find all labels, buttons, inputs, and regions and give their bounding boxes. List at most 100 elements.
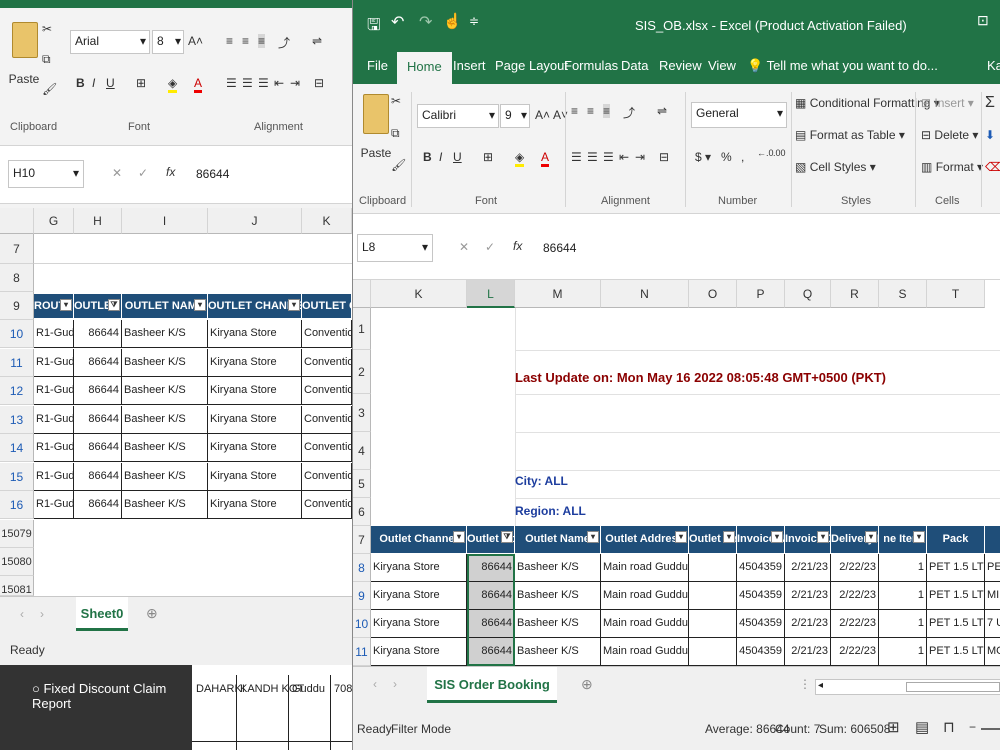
align-top-icon[interactable]: ≡ xyxy=(571,104,578,118)
merge-icon[interactable]: ⊟ xyxy=(314,76,324,90)
col-header-m[interactable]: M xyxy=(515,280,601,308)
table-cell-pack[interactable]: PET 1.5 LTR xyxy=(927,610,985,638)
table-cell-empty[interactable] xyxy=(689,638,737,666)
table-cell-code[interactable]: 86644 xyxy=(74,405,122,434)
table-cell-name[interactable]: Basheer K/S xyxy=(515,554,601,582)
table-cell-cat[interactable]: Conventional xyxy=(302,320,352,348)
increase-font-icon[interactable]: A˄ xyxy=(188,34,203,48)
table-cell-channel[interactable]: Kiryana Store xyxy=(208,434,302,462)
col-header-p[interactable]: P xyxy=(737,280,785,308)
insert-cells-button[interactable]: ⊞ Insert ▾ xyxy=(921,96,974,110)
fill-color-icon[interactable]: ◈ xyxy=(515,150,525,167)
table-cell-name[interactable]: Basheer K/S xyxy=(122,434,208,462)
align-top-icon[interactable]: ≡ xyxy=(226,34,233,48)
table-header-6[interactable]: Invoice D ▾ xyxy=(785,526,831,553)
enter-icon[interactable]: ✓ xyxy=(138,166,148,180)
align-middle-icon[interactable]: ≡ xyxy=(242,34,249,48)
decrease-indent-icon[interactable]: ⇤ xyxy=(619,150,629,164)
align-center-icon[interactable]: ☰ xyxy=(242,76,253,90)
fill-color-icon[interactable]: ◈ xyxy=(168,76,178,93)
table-cell-channel[interactable]: Kiryana Store xyxy=(208,491,302,519)
paste-button[interactable]: Paste xyxy=(359,146,393,160)
table-cell-del_date[interactable]: 2/22/23 xyxy=(831,610,879,638)
table-header-5[interactable]: Invoice N ▾ xyxy=(737,526,785,553)
table-cell-route[interactable]: R1-Guddu xyxy=(34,434,74,462)
filter-active-icon[interactable]: ⧩ xyxy=(501,531,513,543)
table-cell-pack[interactable]: PET 1.5 LTR xyxy=(927,554,985,582)
table-cell-inv_date[interactable]: 2/21/23 xyxy=(785,554,831,582)
horizontal-scrollbar[interactable]: ◂ xyxy=(815,679,1000,695)
table-cell-cat[interactable]: Conventional xyxy=(302,491,352,519)
conditional-formatting-button[interactable]: ▦ Conditional Formatting ▾ xyxy=(795,96,940,110)
increase-decimal-icon[interactable]: ←.0 xyxy=(757,148,774,158)
number-format-dropdown[interactable]: General ▾ xyxy=(691,102,787,128)
table-cell-channel[interactable]: Kiryana Store xyxy=(371,610,467,638)
table-cell-invoice[interactable]: 4504359 xyxy=(737,610,785,638)
tab-split-icon[interactable]: ⋮ xyxy=(799,677,811,691)
row-header[interactable]: 11 xyxy=(0,348,34,377)
header-outlet-channel[interactable]: OUTLET CHANNEL ▾ xyxy=(208,294,302,318)
row-header[interactable]: 10 xyxy=(353,610,371,638)
touch-mode-icon[interactable]: ☝ xyxy=(443,12,462,30)
normal-view-icon[interactable]: ⊞ xyxy=(887,718,900,736)
menu-file[interactable]: File xyxy=(367,58,388,73)
col-header-j[interactable]: J xyxy=(208,208,302,234)
table-cell-empty[interactable] xyxy=(689,582,737,610)
filter-dropdown-icon[interactable]: ▾ xyxy=(817,531,829,543)
table-header-4[interactable]: Outlet Se ▾ xyxy=(689,526,737,553)
filter-active-icon[interactable]: ⧩ xyxy=(108,299,120,311)
filter-dropdown-icon[interactable]: ▾ xyxy=(771,531,783,543)
table-header-extra[interactable] xyxy=(985,526,1000,553)
select-all-corner[interactable] xyxy=(353,280,371,308)
back-name-box[interactable]: H10 ▾ xyxy=(8,160,84,188)
table-cell-addr[interactable]: Main road Guddu xyxy=(601,554,689,582)
page-break-view-icon[interactable]: ⊓ xyxy=(943,718,955,736)
align-right-icon[interactable]: ☰ xyxy=(603,150,614,164)
merge-icon[interactable]: ⊟ xyxy=(659,150,669,164)
col-header-l[interactable]: L xyxy=(467,280,515,308)
save-icon[interactable]: 🖫 xyxy=(367,14,381,41)
bold-button[interactable]: B xyxy=(423,150,432,164)
row-header[interactable]: 12 xyxy=(0,377,34,405)
table-cell-product[interactable]: 7 UP xyxy=(985,610,1000,638)
table-cell-route[interactable]: R1-Guddu xyxy=(34,491,74,519)
format-cells-button[interactable]: ▥ Format ▾ xyxy=(921,160,983,174)
orientation-icon[interactable]: ⤴ xyxy=(623,104,635,121)
table-cell-name[interactable]: Basheer K/S xyxy=(515,638,601,666)
col-header-o[interactable]: O xyxy=(689,280,737,308)
front-name-box[interactable]: L8 ▾ xyxy=(357,234,433,262)
col-header-g[interactable]: G xyxy=(34,208,74,234)
table-cell-route[interactable]: R1-Guddu xyxy=(34,320,74,348)
row-header[interactable]: 3 xyxy=(353,394,371,432)
page-layout-view-icon[interactable]: ▤ xyxy=(915,718,929,736)
row-header[interactable]: 14 xyxy=(0,434,34,462)
table-cell-cat[interactable]: Conventional xyxy=(302,377,352,405)
table-cell-cat[interactable]: Conventional xyxy=(302,405,352,434)
copy-icon[interactable]: ⧉ xyxy=(391,126,400,141)
decrease-indent-icon[interactable]: ⇤ xyxy=(274,76,284,90)
row-header[interactable]: 1 xyxy=(353,308,371,350)
table-cell-name[interactable]: Basheer K/S xyxy=(122,377,208,405)
table-cell-code[interactable]: 86644 xyxy=(74,462,122,491)
col-header-q[interactable]: Q xyxy=(785,280,831,308)
font-size-dropdown[interactable]: 9 ▾ xyxy=(500,104,530,128)
col-header-k[interactable]: K xyxy=(302,208,352,234)
currency-icon[interactable]: $ ▾ xyxy=(695,150,711,164)
undo-icon[interactable]: ↶ xyxy=(391,12,404,32)
row-header[interactable]: 9 xyxy=(0,292,34,320)
table-cell-item[interactable]: 1 xyxy=(879,582,927,610)
increase-indent-icon[interactable]: ⇥ xyxy=(635,150,645,164)
clear-icon[interactable]: ⌫ xyxy=(985,160,1000,174)
font-name-dropdown[interactable]: Calibri ▾ xyxy=(417,104,499,128)
ribbon-display-icon[interactable]: ⊡ xyxy=(977,12,989,29)
table-cell-empty[interactable] xyxy=(689,610,737,638)
table-cell-invoice[interactable]: 4504359 xyxy=(737,638,785,666)
row-header[interactable]: 11 xyxy=(353,638,371,666)
italic-button[interactable]: I xyxy=(92,76,95,90)
table-cell-name[interactable]: Basheer K/S xyxy=(122,491,208,519)
table-cell-route[interactable]: R1-Guddu xyxy=(34,405,74,434)
menu-formulas[interactable]: Formulas xyxy=(564,58,618,73)
table-cell-inv_date[interactable]: 2/21/23 xyxy=(785,610,831,638)
cell-styles-button[interactable]: ▧ Cell Styles ▾ xyxy=(795,160,876,174)
row-header[interactable]: 9 xyxy=(353,582,371,610)
